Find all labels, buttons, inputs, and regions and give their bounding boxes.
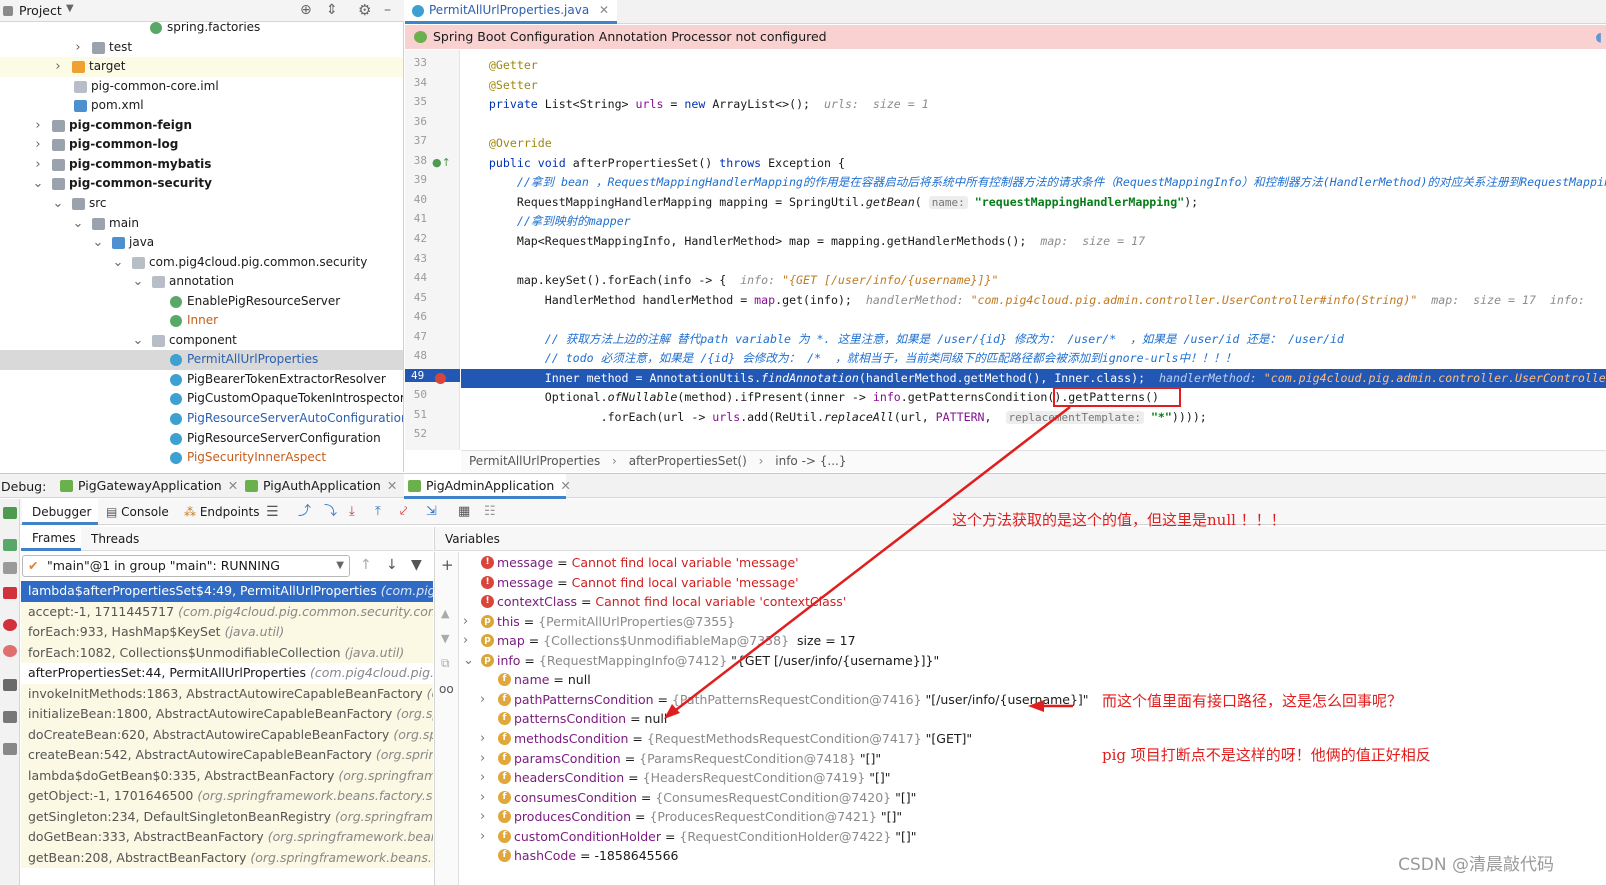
annotation-note: pig 项目打断点不是这样的呀！他俩的值正好相反 xyxy=(1102,746,1431,764)
annotation-note: 这个方法获取的是这个的值，但这里是null ！！！ xyxy=(952,511,1286,529)
watermark: CSDN @清晨敲代码 xyxy=(1398,855,1554,875)
arrow-head xyxy=(664,704,680,719)
arrow-line xyxy=(667,406,1071,717)
arrow-head xyxy=(1028,700,1044,712)
annotation-note: 而这个值里面有接口路径，这是怎么回事呢？ xyxy=(1102,692,1403,710)
